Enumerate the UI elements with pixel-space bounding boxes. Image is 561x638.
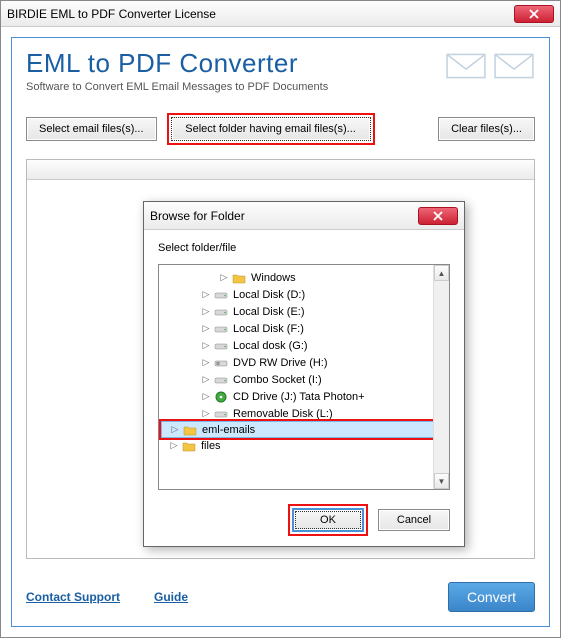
tree-item[interactable]: ▷ Local dosk (G:): [161, 337, 447, 354]
tree-item-label: Local Disk (D:): [233, 289, 305, 301]
drive-icon: [213, 288, 229, 302]
expand-icon[interactable]: ▷: [201, 374, 211, 385]
dialog-button-row: OK Cancel: [158, 504, 450, 536]
select-files-button[interactable]: Select email files(s)...: [26, 117, 157, 141]
expand-icon[interactable]: ▷: [201, 357, 211, 368]
browse-folder-dialog: Browse for Folder Select folder/file ▷ Wi…: [143, 201, 465, 547]
envelope-icon: [445, 50, 487, 82]
main-close-button[interactable]: [514, 5, 554, 23]
folder-tree[interactable]: ▷ Windows ▷ Local Disk (D:) ▷ Local Disk (E:)…: [159, 265, 449, 458]
folder-icon: [181, 439, 197, 453]
dialog-label: Select folder/file: [158, 242, 450, 254]
tree-item-label: Local Disk (F:): [233, 323, 304, 335]
toolbar: Select email files(s)... Select folder h…: [26, 113, 535, 145]
scroll-up-icon[interactable]: ▲: [434, 265, 449, 281]
app-subtitle: Software to Convert EML Email Messages t…: [26, 81, 535, 93]
drive-icon: [213, 373, 229, 387]
expand-icon[interactable]: ▷: [201, 391, 211, 402]
scroll-down-icon[interactable]: ▼: [434, 473, 449, 489]
tree-item-label: DVD RW Drive (H:): [233, 357, 328, 369]
tree-item[interactable]: ▷ CD Drive (J:) Tata Photon+: [161, 388, 447, 405]
expand-icon[interactable]: ▷: [201, 340, 211, 351]
tree-item[interactable]: ▷ Combo Socket (I:): [161, 371, 447, 388]
close-icon: [529, 9, 539, 19]
expand-icon[interactable]: ▷: [219, 272, 229, 283]
expand-icon[interactable]: ▷: [201, 323, 211, 334]
close-icon: [433, 211, 443, 221]
expand-icon[interactable]: ▷: [201, 408, 211, 419]
dialog-body: Select folder/file ▷ Windows ▷ Local Disk (…: [144, 230, 464, 546]
drive-icon: [213, 407, 229, 421]
tree-item[interactable]: ▷ Local Disk (F:): [161, 320, 447, 337]
ok-button[interactable]: OK: [292, 508, 364, 532]
ok-highlight: OK: [288, 504, 368, 536]
guide-link[interactable]: Guide: [154, 590, 188, 604]
expand-icon[interactable]: ▷: [201, 306, 211, 317]
cd-icon: [213, 390, 229, 404]
drive-icon: [213, 322, 229, 336]
tree-item-label: Removable Disk (L:): [233, 408, 333, 420]
folder-icon: [231, 271, 247, 285]
tree-item[interactable]: ▷ Windows: [161, 269, 447, 286]
window-title: BIRDIE EML to PDF Converter License: [7, 7, 514, 21]
tree-item[interactable]: ▷ eml-emails: [161, 421, 447, 438]
tree-scrollbar[interactable]: ▲ ▼: [433, 265, 449, 489]
dialog-titlebar: Browse for Folder: [144, 202, 464, 230]
tree-item-label: files: [201, 440, 221, 452]
tree-item[interactable]: ▷ DVD RW Drive (H:): [161, 354, 447, 371]
expand-icon[interactable]: ▷: [170, 424, 180, 435]
select-folder-button[interactable]: Select folder having email files(s)...: [171, 117, 371, 141]
tree-item-label: CD Drive (J:) Tata Photon+: [233, 391, 365, 403]
drive-icon: [213, 305, 229, 319]
tree-item-label: eml-emails: [202, 424, 255, 436]
main-window: BIRDIE EML to PDF Converter License EML …: [0, 0, 561, 638]
tree-item[interactable]: ▷ Local Disk (E:): [161, 303, 447, 320]
dvd-icon: [213, 356, 229, 370]
envelope-decoration: [445, 50, 535, 82]
footer-bar: Contact Support Guide Convert: [26, 582, 535, 612]
drive-icon: [213, 339, 229, 353]
folder-icon: [182, 423, 198, 437]
clear-files-button[interactable]: Clear files(s)...: [438, 117, 535, 141]
folder-tree-box: ▷ Windows ▷ Local Disk (D:) ▷ Local Disk (E:)…: [158, 264, 450, 490]
contact-support-link[interactable]: Contact Support: [26, 590, 120, 604]
file-list-header: [27, 160, 534, 180]
dialog-title: Browse for Folder: [150, 209, 418, 223]
select-folder-highlight: Select folder having email files(s)...: [167, 113, 375, 145]
convert-button[interactable]: Convert: [448, 582, 535, 612]
app-header: EML to PDF Converter Software to Convert…: [26, 48, 535, 93]
tree-item-label: Local Disk (E:): [233, 306, 305, 318]
main-titlebar: BIRDIE EML to PDF Converter License: [1, 1, 560, 27]
envelope-icon: [493, 50, 535, 82]
expand-icon[interactable]: ▷: [169, 440, 179, 451]
tree-item[interactable]: ▷ files: [161, 437, 447, 454]
dialog-close-button[interactable]: [418, 207, 458, 225]
tree-item-label: Windows: [251, 272, 296, 284]
tree-item[interactable]: ▷ Removable Disk (L:): [161, 405, 447, 422]
tree-item-label: Local dosk (G:): [233, 340, 308, 352]
tree-item-label: Combo Socket (I:): [233, 374, 322, 386]
cancel-button[interactable]: Cancel: [378, 509, 450, 531]
expand-icon[interactable]: ▷: [201, 289, 211, 300]
tree-item[interactable]: ▷ Local Disk (D:): [161, 286, 447, 303]
